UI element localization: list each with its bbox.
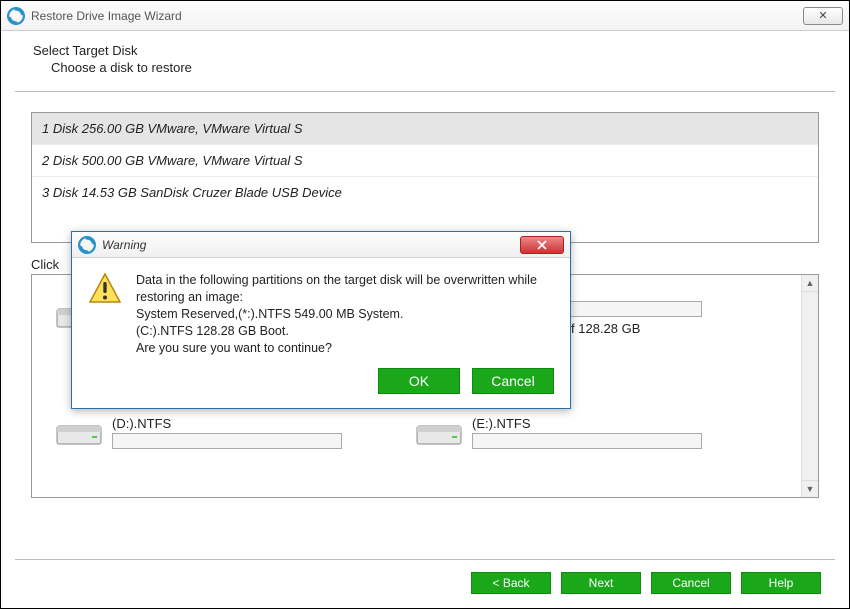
window-close-button[interactable]: ✕ — [803, 7, 843, 25]
dialog-title: Warning — [102, 238, 146, 252]
dialog-titlebar: Warning — [72, 232, 570, 258]
app-icon — [7, 7, 25, 25]
volume-usage-bar — [472, 433, 702, 449]
titlebar: Restore Drive Image Wizard ✕ — [1, 1, 849, 31]
dialog-ok-button[interactable]: OK — [378, 368, 460, 394]
wizard-header: Select Target Disk Choose a disk to rest… — [15, 31, 835, 92]
page-subtitle: Choose a disk to restore — [51, 60, 817, 75]
volume-usage-bar — [112, 433, 342, 449]
drive-icon — [416, 418, 462, 448]
dialog-close-button[interactable] — [520, 236, 564, 254]
scroll-up-icon[interactable]: ▲ — [802, 275, 818, 292]
window-title: Restore Drive Image Wizard — [31, 9, 182, 23]
volume-name: (E:).NTFS — [472, 416, 716, 431]
warning-icon — [88, 272, 122, 306]
help-button[interactable]: Help — [741, 572, 821, 594]
disk-row[interactable]: 1 Disk 256.00 GB VMware, VMware Virtual … — [32, 113, 818, 144]
app-icon — [78, 236, 96, 254]
disk-row[interactable]: 2 Disk 500.00 GB VMware, VMware Virtual … — [32, 144, 818, 176]
warning-dialog: Warning Data in the following partitions… — [71, 231, 571, 409]
page-title: Select Target Disk — [33, 43, 817, 58]
scrollbar[interactable]: ▲ ▼ — [801, 275, 818, 497]
next-button[interactable]: Next — [561, 572, 641, 594]
disk-list: 1 Disk 256.00 GB VMware, VMware Virtual … — [31, 112, 819, 243]
volume-item[interactable]: (D:).NTFS — [56, 416, 356, 473]
scroll-down-icon[interactable]: ▼ — [802, 480, 818, 497]
back-button[interactable]: < Back — [471, 572, 551, 594]
dialog-cancel-button[interactable]: Cancel — [472, 368, 554, 394]
volume-name: (D:).NTFS — [112, 416, 356, 431]
disk-row[interactable]: 3 Disk 14.53 GB SanDisk Cruzer Blade USB… — [32, 176, 818, 208]
wizard-footer: < Back Next Cancel Help — [15, 559, 835, 608]
cancel-button[interactable]: Cancel — [651, 572, 731, 594]
volume-item[interactable]: (E:).NTFS — [416, 416, 716, 473]
dialog-message: Data in the following partitions on the … — [136, 272, 554, 356]
drive-icon — [56, 418, 102, 448]
